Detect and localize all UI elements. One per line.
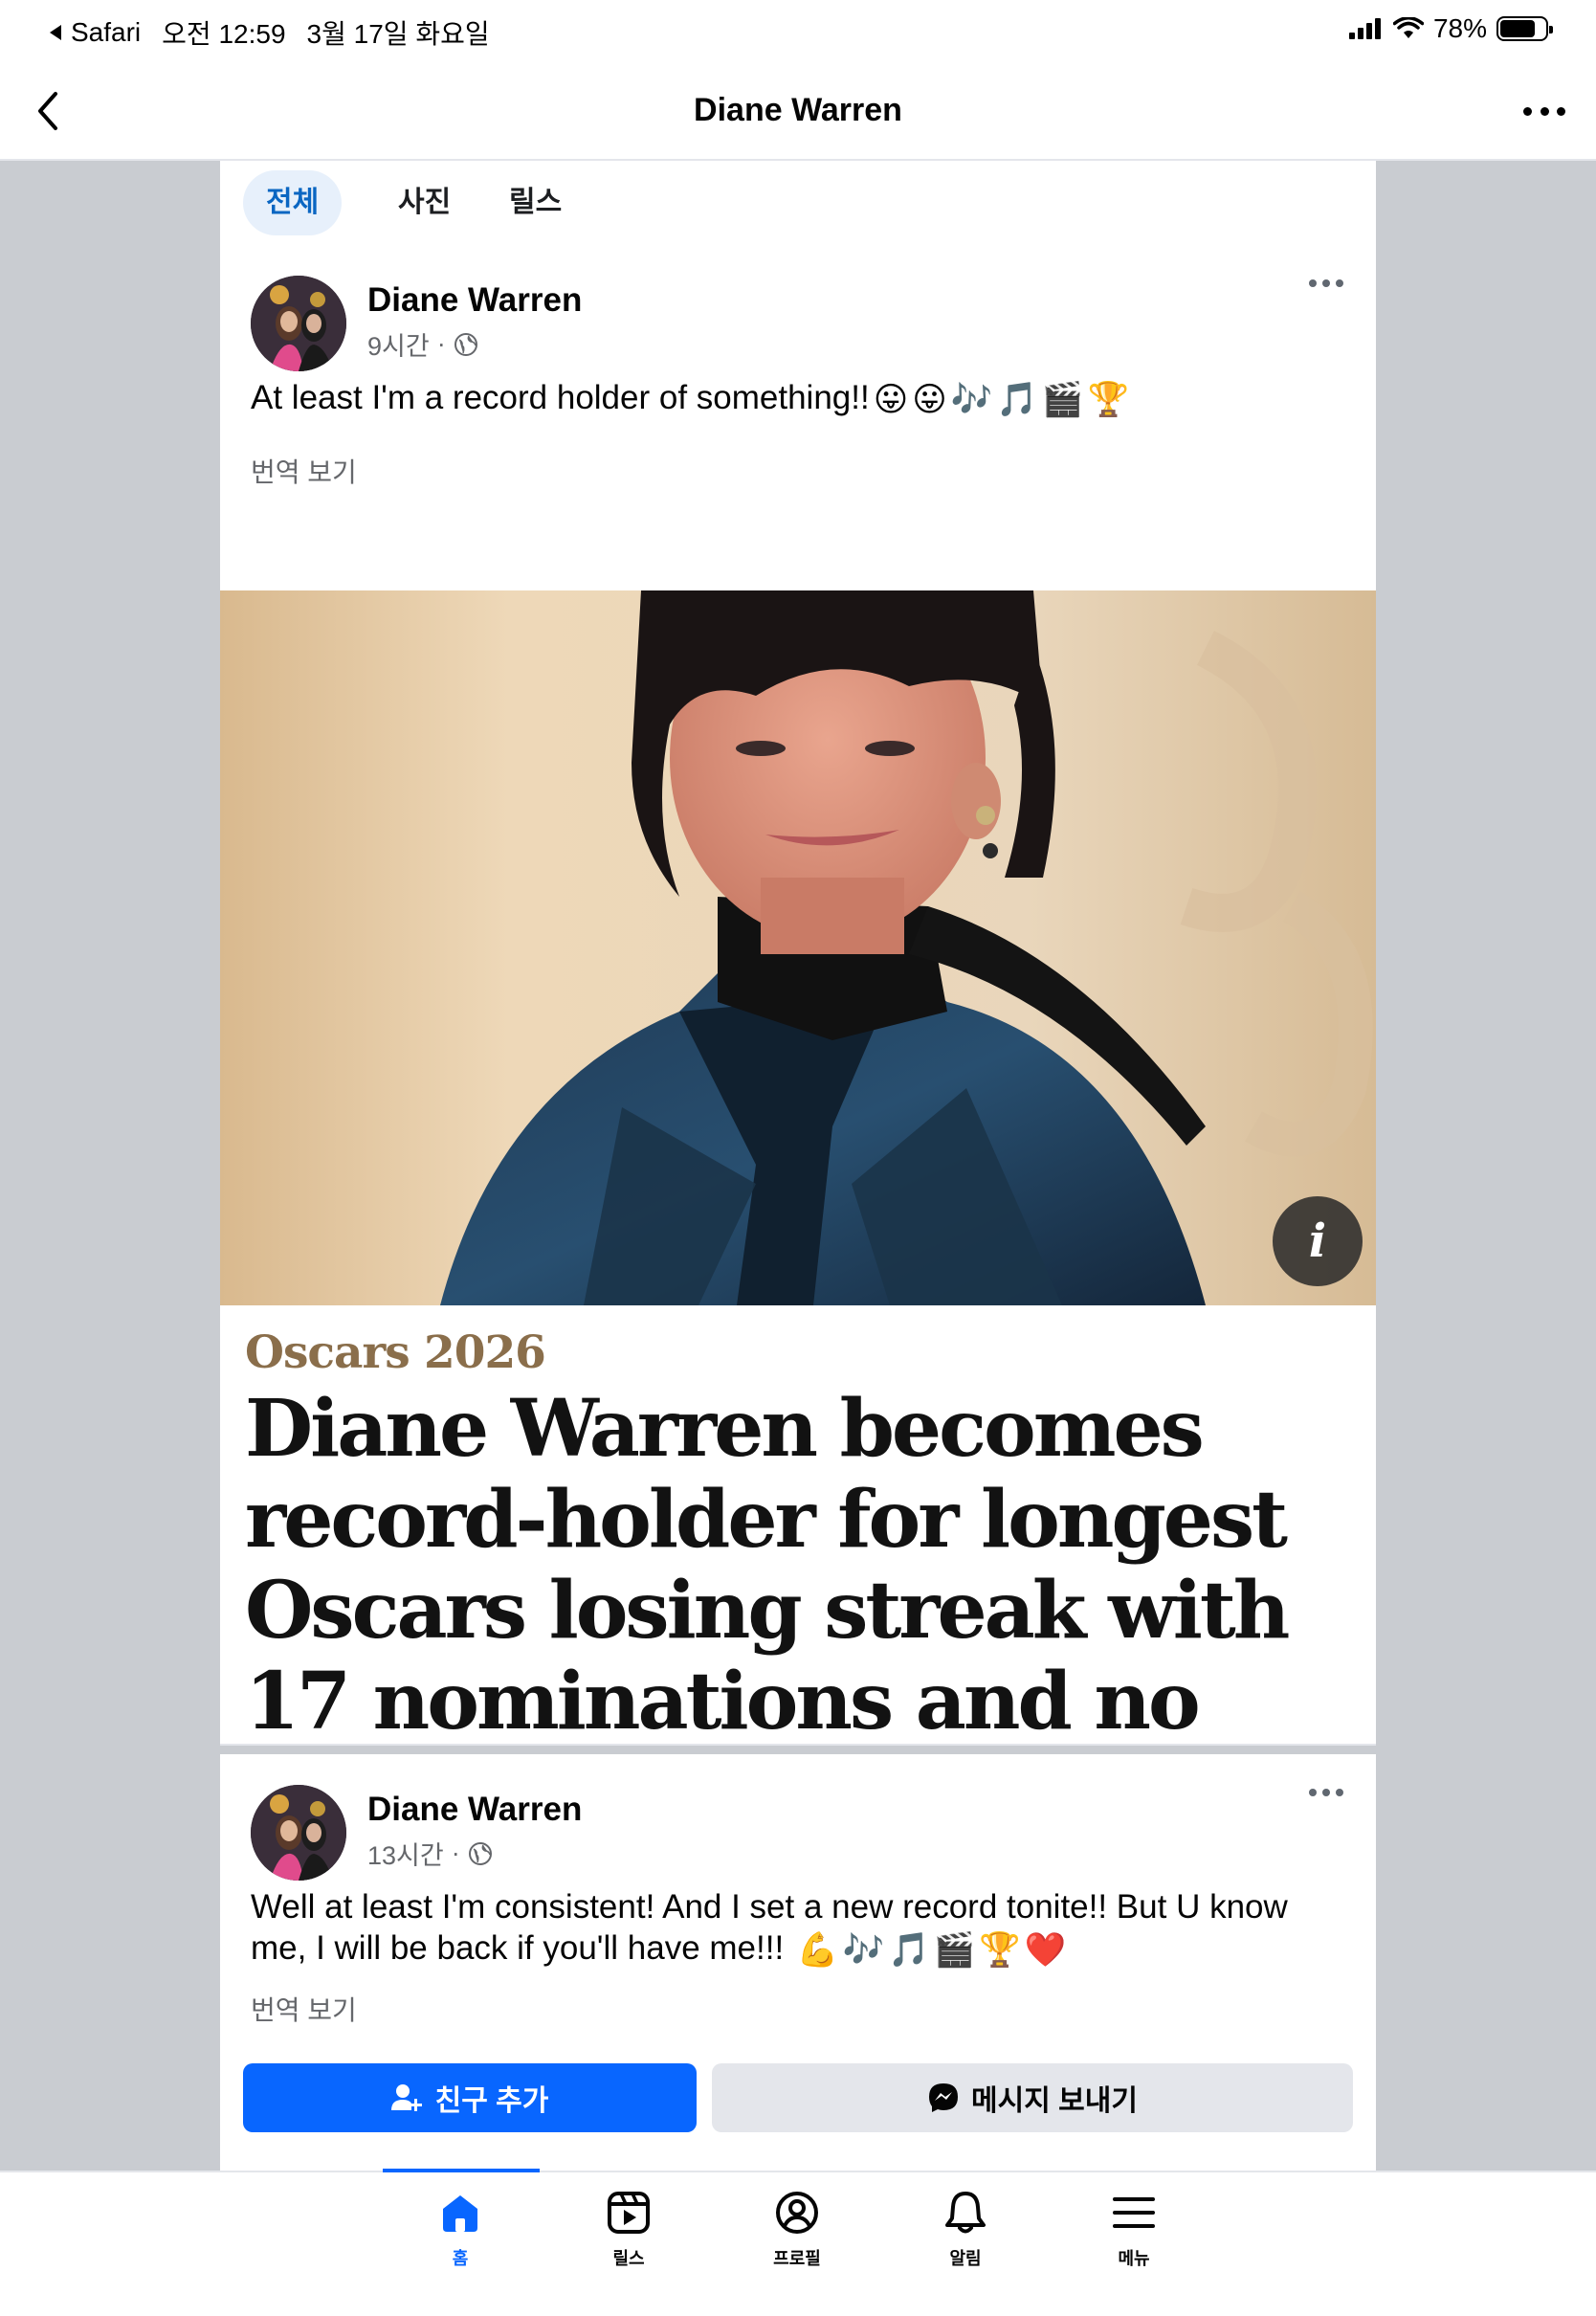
status-time: 오전 12:59	[162, 19, 286, 49]
tab-profile[interactable]: 프로필	[740, 2190, 854, 2270]
avatar[interactable]	[251, 1785, 346, 1881]
emoji-clapper: 🎬	[1041, 381, 1084, 419]
info-button[interactable]: i	[1273, 1196, 1363, 1286]
add-friend-label: 친구 추가	[434, 2085, 549, 2117]
filter-tabs: 전체 사진 릴스	[220, 161, 1376, 245]
send-message-button[interactable]: 메시지 보내기	[712, 2063, 1353, 2132]
tab-menu[interactable]: 메뉴	[1076, 2190, 1191, 2270]
emoji-trophy: 🏆	[1087, 381, 1130, 419]
post-text: Well at least I'm consistent! And I set …	[251, 1886, 1351, 1971]
emoji-heart: ❤️	[1024, 1931, 1067, 1970]
battery-percent: 78%	[1432, 13, 1487, 43]
tab-photos[interactable]: 사진	[375, 170, 474, 235]
tab-reels-label: 릴스	[612, 2249, 645, 2268]
page-title: Diane Warren	[694, 92, 902, 128]
emoji-notes: 🎶	[950, 381, 993, 419]
tab-menu-label: 메뉴	[1118, 2249, 1150, 2268]
portrait-image	[220, 590, 1376, 1305]
emoji-clapper: 🎬	[933, 1931, 976, 1970]
emoji-trophy: 🏆	[979, 1931, 1021, 1970]
emoji-music: 🎵	[996, 381, 1038, 419]
battery-icon	[1496, 16, 1553, 41]
avatar[interactable]	[251, 276, 346, 371]
tab-reels-nav[interactable]: 릴스	[571, 2190, 686, 2270]
tab-home-label: 홈	[452, 2249, 469, 2268]
feed-post: Diane Warren 13시간 · Well at least I'm co…	[220, 1754, 1376, 2044]
article-headline-card[interactable]: Oscars 2026 Diane Warren becomes record-…	[220, 1305, 1376, 1838]
feed-post: Diane Warren 9시간 · At least I'm a record…	[220, 245, 1376, 1838]
post-more-options-icon[interactable]	[1309, 279, 1343, 289]
add-friend-icon	[390, 2084, 422, 2111]
post-time: 13시간	[367, 1841, 444, 1870]
meta-separator: ·	[451, 1838, 460, 1867]
send-message-label: 메시지 보내기	[971, 2085, 1138, 2117]
wifi-icon	[1392, 17, 1424, 38]
meta-separator: ·	[436, 329, 446, 358]
navigation-bar: Diane Warren	[0, 61, 1596, 161]
post-photo[interactable]: i	[220, 590, 1376, 1305]
emoji-notes: 🎶	[842, 1931, 885, 1970]
reels-icon	[608, 2192, 650, 2234]
profile-icon	[776, 2192, 818, 2234]
messenger-icon	[929, 2083, 959, 2112]
tab-reels[interactable]: 릴스	[486, 170, 585, 235]
post-text-body: Well at least I'm consistent! And I set …	[251, 1888, 1288, 1967]
post-text-body: At least I'm a record holder of somethin…	[251, 379, 870, 416]
status-date: 3월 17일 화요일	[306, 19, 490, 49]
emoji-tongue-1: 😛	[873, 381, 909, 419]
add-friend-button[interactable]: 친구 추가	[243, 2063, 697, 2132]
status-bar: Safari 오전 12:59 3월 17일 화요일 78%	[0, 0, 1596, 61]
tab-home[interactable]: 홈	[403, 2190, 518, 2270]
see-translation-link[interactable]: 번역 보기	[251, 1990, 357, 2028]
profile-action-buttons: 친구 추가 메시지 보내기	[220, 2044, 1376, 2171]
globe-icon	[468, 1841, 492, 1865]
article-kicker: Oscars 2026	[245, 1326, 546, 1379]
post-text: At least I'm a record holder of somethin…	[251, 377, 1351, 420]
post-meta: 9시간 ·	[367, 325, 478, 363]
tab-notifications[interactable]: 알림	[908, 2190, 1023, 2270]
emoji-music: 🎵	[888, 1931, 930, 1970]
signal-icon	[1348, 18, 1381, 39]
emoji-muscle: 💪	[796, 1931, 839, 1970]
bell-icon	[945, 2192, 986, 2234]
back-to-app-button[interactable]: Safari	[48, 17, 141, 48]
post-more-options-icon[interactable]	[1309, 1789, 1343, 1798]
tab-all[interactable]: 전체	[243, 170, 343, 235]
see-translation-link[interactable]: 번역 보기	[251, 452, 357, 490]
post-author[interactable]: Diane Warren	[367, 1791, 582, 1829]
content-area: 전체 사진 릴스 Diane Warren 9시간 · At least I'm…	[0, 161, 1596, 2171]
menu-icon	[1113, 2197, 1155, 2228]
emoji-tongue-2: 😛	[912, 381, 947, 419]
bottom-tab-bar: 홈 릴스 프로필 알림 메뉴	[0, 2169, 1596, 2316]
back-app-label: Safari	[71, 17, 142, 47]
post-time: 9시간	[367, 332, 430, 361]
profile-feed-column: 전체 사진 릴스 Diane Warren 9시간 · At least I'm…	[220, 161, 1376, 2171]
tab-profile-label: 프로필	[773, 2249, 821, 2268]
post-meta: 13시간 ·	[367, 1835, 493, 1872]
post-author[interactable]: Diane Warren	[367, 281, 582, 320]
home-icon	[443, 2195, 477, 2232]
more-options-icon[interactable]	[1523, 92, 1565, 130]
globe-icon	[454, 332, 477, 356]
active-tab-indicator	[383, 2169, 540, 2172]
back-triangle-icon	[50, 25, 61, 40]
tab-notifications-label: 알림	[949, 2249, 982, 2268]
